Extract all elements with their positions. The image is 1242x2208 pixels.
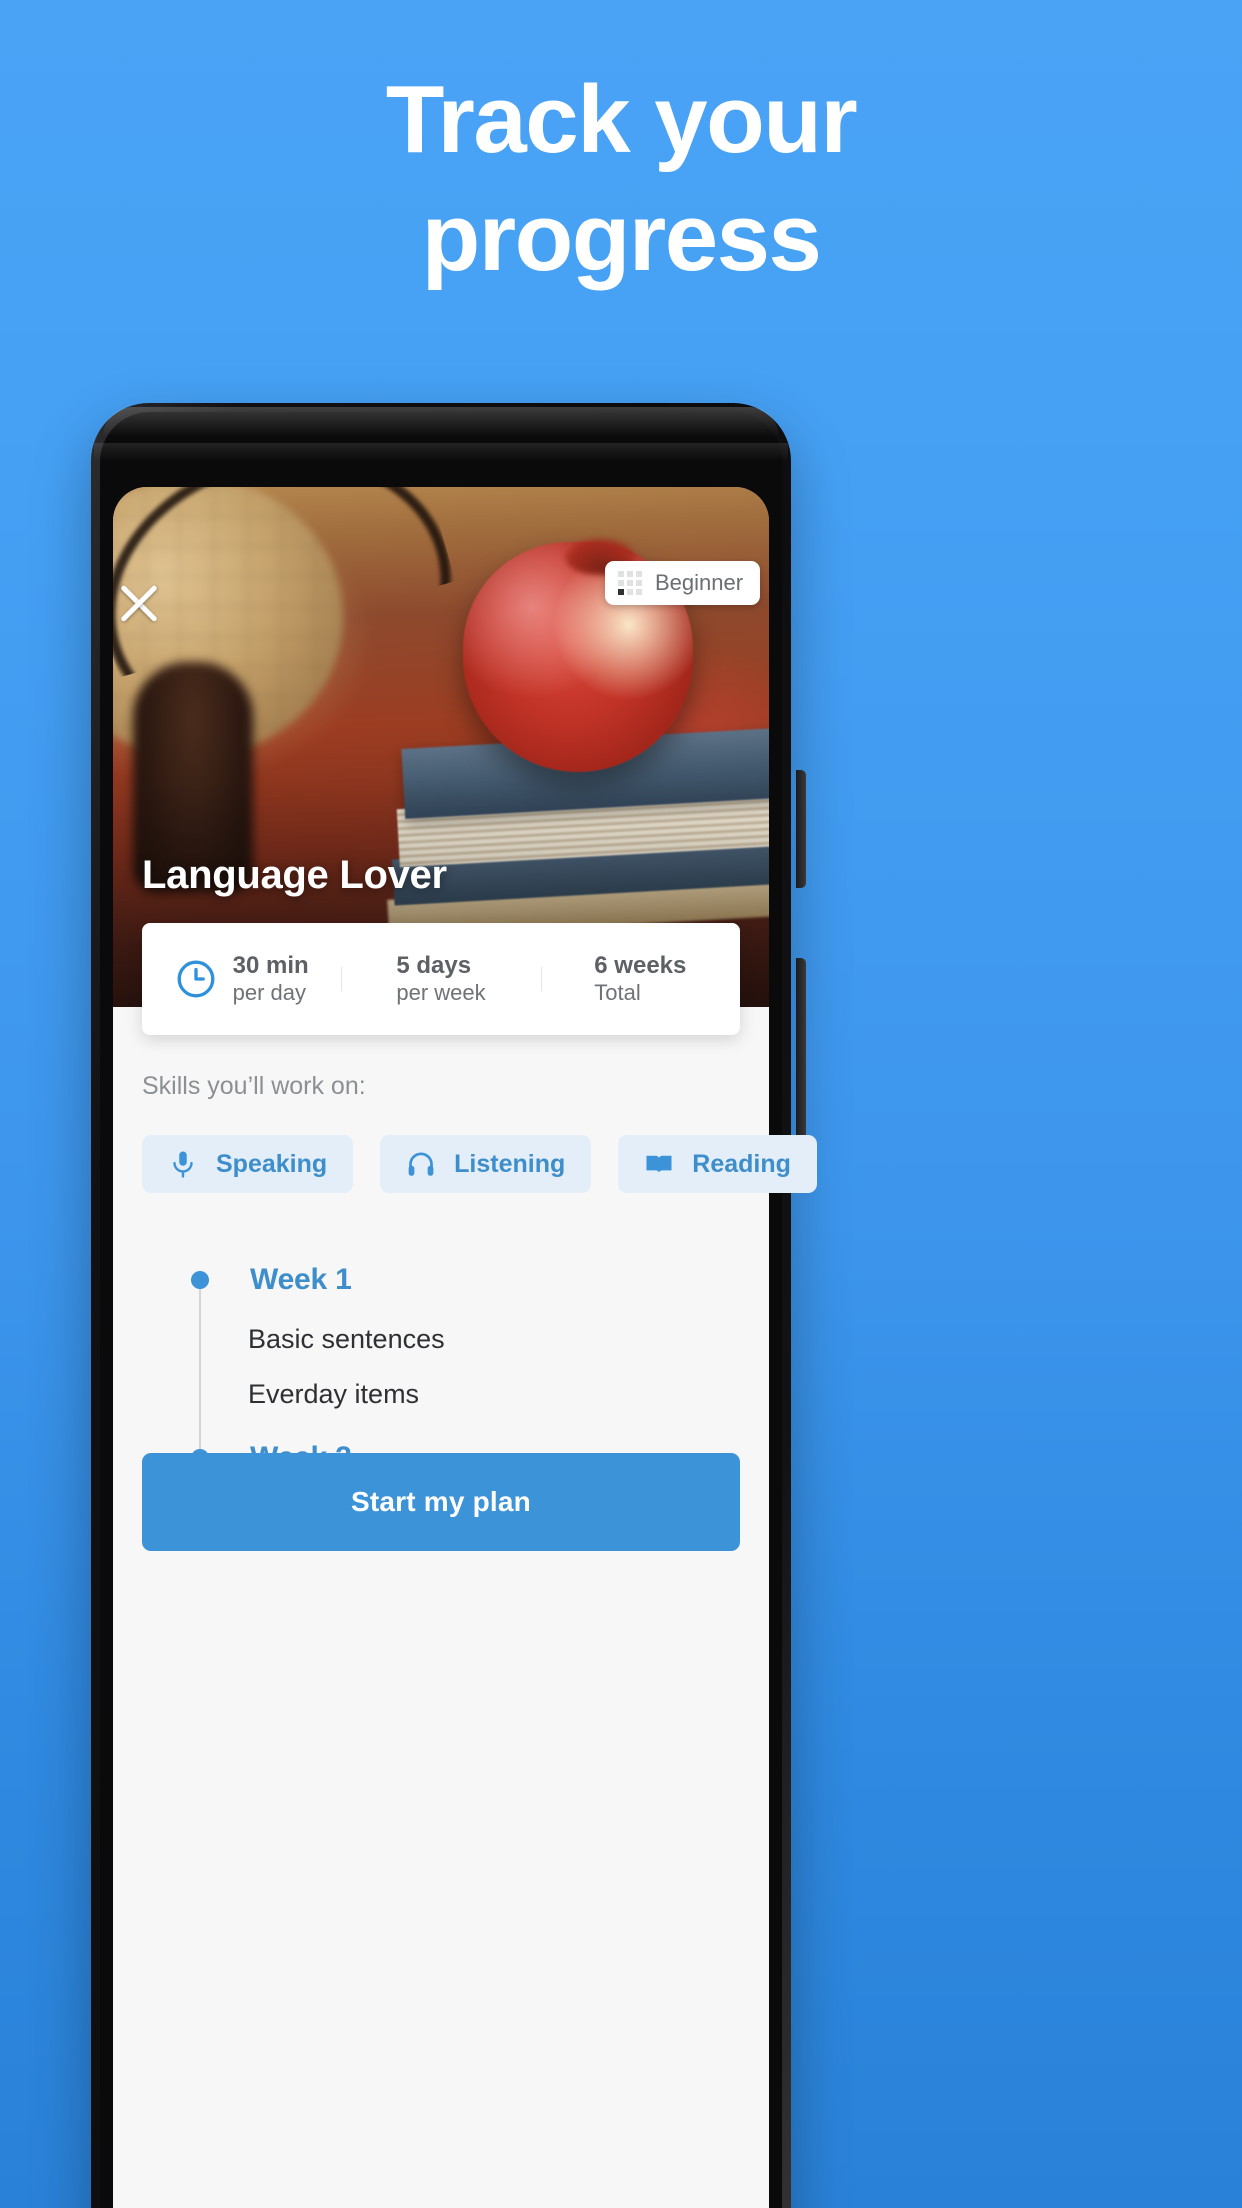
stat-value: 6 weeks	[594, 951, 687, 979]
skill-chip-label: Reading	[692, 1149, 791, 1178]
level-dot	[627, 580, 633, 586]
timeline-rail	[199, 1279, 201, 1457]
start-my-plan-button[interactable]: Start my plan	[142, 1453, 740, 1551]
headline-line-1: Track your	[385, 66, 858, 173]
start-my-plan-label: Start my plan	[351, 1486, 531, 1517]
skill-chip-label: Listening	[454, 1149, 566, 1178]
stat-unit: Total	[594, 980, 641, 1006]
status-badge-label: Beginner	[655, 570, 744, 595]
level-dot	[636, 580, 642, 586]
timeline-item: Basic sentences	[248, 1324, 445, 1354]
stat-value: 30 min	[232, 951, 309, 979]
skill-chip-label: Speaking	[216, 1149, 328, 1178]
headline-line-2: progress	[421, 184, 822, 291]
stat-value: 5 days	[396, 951, 472, 979]
power-button[interactable]	[796, 770, 806, 888]
level-dot	[636, 589, 642, 595]
level-dot	[627, 571, 633, 577]
level-dot	[618, 580, 624, 586]
close-x-icon[interactable]	[112, 576, 166, 630]
promo-screenshot: Track your progress Beginner Language Lo…	[0, 0, 1242, 2208]
course-title: Language Lover	[142, 853, 447, 897]
open-book-icon	[646, 1155, 672, 1173]
stat-total-weeks: 6 weeks Total	[540, 951, 740, 1007]
timeline-item: Everday items	[248, 1379, 420, 1409]
stat-days-per-week: 5 days per week	[341, 951, 540, 1007]
skills-chip-row: Speaking Listening Reading	[142, 1135, 817, 1193]
skills-section-label: Skills you’ll work on:	[142, 1072, 366, 1100]
status-badge[interactable]: Beginner	[605, 561, 761, 605]
signal-level-icon	[618, 571, 642, 595]
microphone-icon	[173, 1151, 193, 1178]
level-dot-filled	[618, 589, 624, 595]
headphones-icon	[408, 1152, 434, 1176]
course-stats-card: 30 min per day 5 days per week 6 weeks T…	[142, 923, 740, 1035]
level-dot	[627, 589, 633, 595]
level-dot	[636, 571, 642, 577]
timeline-dot	[191, 1271, 209, 1289]
stat-unit: per week	[396, 980, 486, 1006]
skill-chip-speaking[interactable]: Speaking	[142, 1135, 354, 1193]
timeline-week-title: Week 1	[250, 1263, 352, 1296]
level-dot	[618, 571, 624, 577]
clock-icon	[177, 960, 215, 998]
stat-unit: per day	[232, 980, 307, 1006]
page-title: Track your progress	[0, 72, 1242, 286]
stat-duration-per-day: 30 min per day	[142, 951, 341, 1007]
skill-chip-reading[interactable]: Reading	[618, 1135, 817, 1193]
skill-chip-listening[interactable]: Listening	[380, 1135, 592, 1193]
